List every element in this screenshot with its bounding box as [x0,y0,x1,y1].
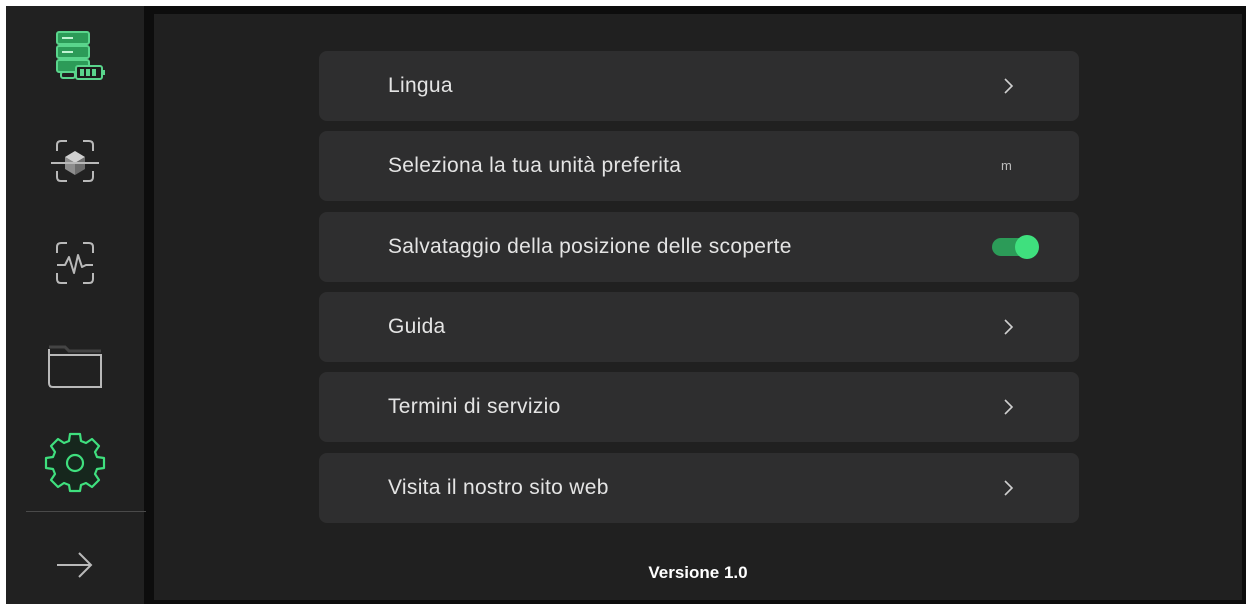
folder-icon [43,331,107,395]
chevron-right-icon [1003,318,1015,341]
sidebar-item-settings[interactable] [6,418,144,508]
chevron-right-icon [1003,398,1015,421]
settings-row-save-location[interactable]: Salvataggio della posizione delle scoper… [319,212,1079,282]
settings-row-guide[interactable]: Guida [319,292,1079,362]
settings-row-label: Seleziona la tua unità preferita [388,154,682,177]
sidebar-item-device[interactable] [6,11,144,101]
sidebar-divider [26,511,146,512]
settings-row-label: Guida [388,315,446,338]
settings-row-label: Visita il nostro sito web [388,476,609,499]
gear-icon [43,431,107,495]
app-window: Lingua Seleziona la tua unità preferita … [6,6,1246,604]
arrow-right-icon [51,545,99,585]
sidebar-item-object-scan[interactable] [6,116,144,206]
settings-row-label: Lingua [388,74,453,97]
settings-row-unit[interactable]: Seleziona la tua unità preferita m [319,131,1079,201]
save-location-toggle[interactable] [992,235,1039,259]
sidebar-expand-button[interactable] [6,520,144,610]
settings-row-label: Salvataggio della posizione delle scoper… [388,235,792,258]
settings-row-terms[interactable]: Termini di servizio [319,372,1079,442]
sidebar-item-signal-scan[interactable] [6,218,144,308]
chevron-right-icon [1003,77,1015,100]
settings-row-label: Termini di servizio [388,395,561,418]
object-scan-icon [43,129,107,193]
toggle-knob [1015,235,1039,259]
version-label: Versione 1.0 [648,563,748,582]
signal-scan-icon [43,231,107,295]
settings-panel: Lingua Seleziona la tua unità preferita … [154,14,1242,600]
sidebar-item-files[interactable] [6,318,144,408]
chevron-right-icon [1003,479,1015,502]
device-battery-icon [43,24,107,88]
settings-row-website[interactable]: Visita il nostro sito web [319,453,1079,523]
sidebar [6,6,146,604]
settings-row-language[interactable]: Lingua [319,51,1079,121]
unit-value: m [1001,158,1012,173]
